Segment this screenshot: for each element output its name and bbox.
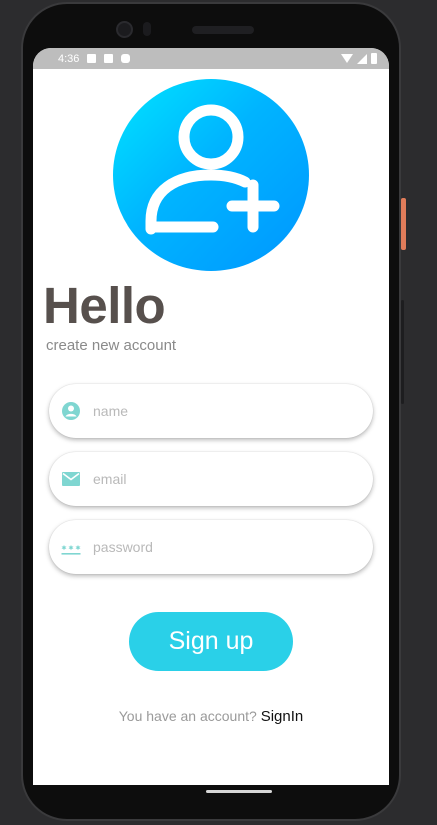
password-field[interactable] [49, 520, 373, 574]
account-circle-icon [62, 402, 80, 420]
earpiece-speaker [192, 26, 254, 34]
page-title: Hello [43, 277, 166, 334]
signal-icon [357, 53, 367, 64]
page-subtitle: create new account [46, 337, 177, 354]
signin-prompt: You have an account? [118, 708, 257, 724]
password-input[interactable] [93, 520, 353, 574]
navigation-bar [33, 785, 389, 801]
password-icon [61, 545, 81, 555]
status-bar: 4:36 [33, 48, 389, 69]
volume-button [401, 300, 404, 404]
front-camera [116, 21, 133, 38]
sensor [143, 22, 151, 36]
sign-up-button[interactable]: Sign up [129, 612, 293, 671]
home-gesture-handle[interactable] [206, 790, 272, 793]
name-input[interactable] [93, 384, 353, 438]
email-field[interactable] [49, 452, 373, 506]
power-button [401, 198, 406, 250]
sd-card-icon [104, 54, 114, 63]
add-user-icon [145, 104, 280, 235]
battery-icon [371, 53, 377, 64]
debug-icon [121, 54, 131, 63]
wifi-icon [341, 54, 353, 63]
app-screen: 4:36 Hello create new account name email… [33, 48, 389, 785]
status-indicators [341, 53, 377, 64]
status-time: 4:36 [58, 52, 80, 65]
notification-icon [87, 54, 97, 63]
signin-row: You have an account? SignIn [33, 708, 389, 725]
add-user-avatar [113, 79, 309, 271]
name-field[interactable] [49, 384, 373, 438]
signin-link[interactable]: SignIn [261, 708, 304, 725]
email-input[interactable] [93, 452, 353, 506]
email-icon [62, 472, 80, 486]
